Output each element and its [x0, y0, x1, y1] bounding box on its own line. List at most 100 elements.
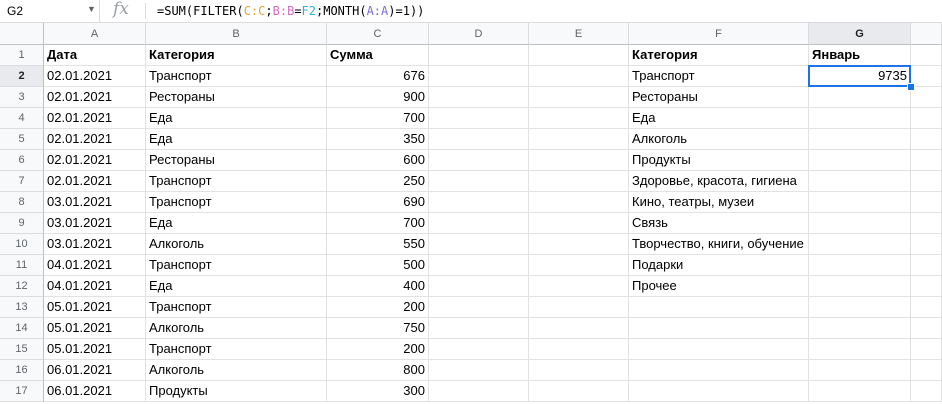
cell-a4[interactable]: 02.01.2021 — [44, 108, 146, 129]
cell-overflow[interactable] — [911, 360, 942, 381]
cell-d15[interactable] — [429, 339, 529, 360]
cell-e12[interactable] — [529, 276, 629, 297]
cell-e1[interactable] — [529, 45, 629, 66]
cell-g10[interactable] — [809, 234, 911, 255]
cell-b4[interactable]: Еда — [146, 108, 327, 129]
cell-c2[interactable]: 676 — [327, 66, 429, 87]
name-box[interactable]: G2 ▼ — [0, 0, 100, 22]
column-header-e[interactable]: E — [529, 23, 629, 45]
formula-input[interactable]: =SUM(FILTER(C:C;B:B=F2;MONTH(A:A)=1)) — [157, 4, 424, 18]
cell-a14[interactable]: 05.01.2021 — [44, 318, 146, 339]
cell-overflow[interactable] — [911, 150, 942, 171]
cell-b10[interactable]: Алкоголь — [146, 234, 327, 255]
cell-g3[interactable] — [809, 87, 911, 108]
chevron-down-icon[interactable]: ▼ — [87, 4, 96, 14]
cell-g7[interactable] — [809, 171, 911, 192]
cell-b15[interactable]: Транспорт — [146, 339, 327, 360]
cell-b5[interactable]: Еда — [146, 129, 327, 150]
cell-overflow[interactable] — [911, 213, 942, 234]
cell-f11[interactable]: Подарки — [629, 255, 809, 276]
cell-b6[interactable]: Рестораны — [146, 150, 327, 171]
column-header-f[interactable]: F — [629, 23, 809, 45]
cell-b8[interactable]: Транспорт — [146, 192, 327, 213]
cell-e17[interactable] — [529, 381, 629, 402]
cell-a7[interactable]: 02.01.2021 — [44, 171, 146, 192]
column-header-g[interactable]: G — [809, 23, 911, 45]
cell-a9[interactable]: 03.01.2021 — [44, 213, 146, 234]
cell-d4[interactable] — [429, 108, 529, 129]
row-header-13[interactable]: 13 — [0, 297, 44, 318]
cell-d12[interactable] — [429, 276, 529, 297]
cell-a3[interactable]: 02.01.2021 — [44, 87, 146, 108]
cell-g4[interactable] — [809, 108, 911, 129]
cell-c10[interactable]: 550 — [327, 234, 429, 255]
cell-a15[interactable]: 05.01.2021 — [44, 339, 146, 360]
cell-e8[interactable] — [529, 192, 629, 213]
cell-d10[interactable] — [429, 234, 529, 255]
cell-f13[interactable] — [629, 297, 809, 318]
row-header-17[interactable]: 17 — [0, 381, 44, 402]
row-header-15[interactable]: 15 — [0, 339, 44, 360]
cell-overflow[interactable] — [911, 129, 942, 150]
cell-g11[interactable] — [809, 255, 911, 276]
cell-c4[interactable]: 700 — [327, 108, 429, 129]
cell-g17[interactable] — [809, 381, 911, 402]
cell-g1[interactable]: Январь — [809, 45, 911, 66]
cell-overflow[interactable] — [911, 276, 942, 297]
cell-e4[interactable] — [529, 108, 629, 129]
cell-g15[interactable] — [809, 339, 911, 360]
cell-g14[interactable] — [809, 318, 911, 339]
cell-a11[interactable]: 04.01.2021 — [44, 255, 146, 276]
cell-b7[interactable]: Транспорт — [146, 171, 327, 192]
row-header-4[interactable]: 4 — [0, 108, 44, 129]
row-header-1[interactable]: 1 — [0, 45, 44, 66]
cell-b14[interactable]: Алкоголь — [146, 318, 327, 339]
cell-f3[interactable]: Рестораны — [629, 87, 809, 108]
cell-e6[interactable] — [529, 150, 629, 171]
cell-c12[interactable]: 400 — [327, 276, 429, 297]
cell-overflow[interactable] — [911, 318, 942, 339]
cell-c6[interactable]: 600 — [327, 150, 429, 171]
cell-c3[interactable]: 900 — [327, 87, 429, 108]
cell-f8[interactable]: Кино, театры, музеи — [629, 192, 809, 213]
column-header-overflow[interactable] — [911, 23, 942, 45]
row-header-12[interactable]: 12 — [0, 276, 44, 297]
cell-f15[interactable] — [629, 339, 809, 360]
cell-a5[interactable]: 02.01.2021 — [44, 129, 146, 150]
cell-c14[interactable]: 750 — [327, 318, 429, 339]
cell-g16[interactable] — [809, 360, 911, 381]
column-header-d[interactable]: D — [429, 23, 529, 45]
cell-f7[interactable]: Здоровье, красота, гигиена — [629, 171, 809, 192]
cell-g8[interactable] — [809, 192, 911, 213]
cell-b11[interactable]: Транспорт — [146, 255, 327, 276]
row-header-11[interactable]: 11 — [0, 255, 44, 276]
cell-c15[interactable]: 200 — [327, 339, 429, 360]
cell-f5[interactable]: Алкоголь — [629, 129, 809, 150]
column-header-a[interactable]: A — [44, 23, 146, 45]
cell-e3[interactable] — [529, 87, 629, 108]
cell-e15[interactable] — [529, 339, 629, 360]
cell-overflow[interactable] — [911, 339, 942, 360]
cell-d11[interactable] — [429, 255, 529, 276]
cell-a1[interactable]: Дата — [44, 45, 146, 66]
cell-overflow[interactable] — [911, 297, 942, 318]
cell-e7[interactable] — [529, 171, 629, 192]
cell-f9[interactable]: Связь — [629, 213, 809, 234]
cell-a8[interactable]: 03.01.2021 — [44, 192, 146, 213]
cell-c8[interactable]: 690 — [327, 192, 429, 213]
cell-overflow[interactable] — [911, 108, 942, 129]
column-header-b[interactable]: B — [146, 23, 327, 45]
cell-f6[interactable]: Продукты — [629, 150, 809, 171]
cell-f12[interactable]: Прочее — [629, 276, 809, 297]
cell-d5[interactable] — [429, 129, 529, 150]
cell-c11[interactable]: 500 — [327, 255, 429, 276]
cell-b3[interactable]: Рестораны — [146, 87, 327, 108]
cell-e9[interactable] — [529, 213, 629, 234]
cell-overflow[interactable] — [911, 171, 942, 192]
cell-e5[interactable] — [529, 129, 629, 150]
column-header-c[interactable]: C — [327, 23, 429, 45]
cell-a13[interactable]: 05.01.2021 — [44, 297, 146, 318]
cell-b13[interactable]: Транспорт — [146, 297, 327, 318]
cell-c13[interactable]: 200 — [327, 297, 429, 318]
cell-f10[interactable]: Творчество, книги, обучение — [629, 234, 809, 255]
